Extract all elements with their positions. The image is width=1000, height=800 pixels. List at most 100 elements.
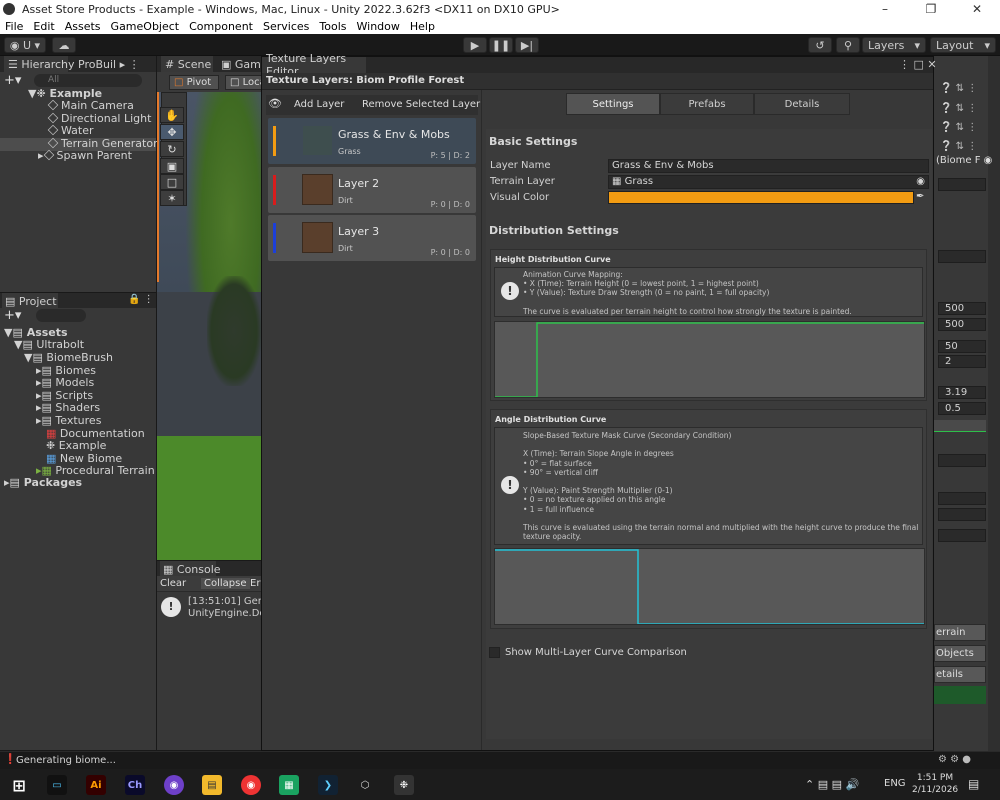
tab-details[interactable]: Details xyxy=(754,93,850,115)
close-icon[interactable]: ✕ xyxy=(954,2,1000,16)
app-icon[interactable]: ❯ xyxy=(318,775,338,795)
terminal-icon[interactable]: ▭ xyxy=(47,775,67,795)
lock-icon[interactable]: 🔒 ⋮ xyxy=(128,294,154,305)
scale-tool-icon[interactable]: ▣ xyxy=(160,158,184,174)
tray-icons[interactable]: ⌃ ▤ ▤ 🔊 xyxy=(805,778,859,791)
menu-file[interactable]: File xyxy=(0,20,28,33)
local-toggle[interactable]: □ Loca xyxy=(225,75,261,90)
account-button[interactable]: ◉ U ▾ xyxy=(4,37,46,53)
play-button[interactable]: ▶ xyxy=(463,37,487,53)
layout-dropdown[interactable]: Layout ▾ xyxy=(930,37,996,53)
create-button[interactable]: +▾ xyxy=(4,308,21,323)
angle-curve-field[interactable] xyxy=(494,548,925,625)
folder-ultrabolt[interactable]: ▼▤ Ultrabolt xyxy=(14,338,84,352)
tab-console[interactable]: ▦ Console xyxy=(160,561,221,577)
search-icon[interactable]: ⚲ xyxy=(836,37,860,53)
eyedropper-icon[interactable]: ✒ xyxy=(916,191,924,202)
step-button[interactable]: ▶| xyxy=(515,37,539,53)
unity-editor-icon[interactable]: ❉ xyxy=(394,775,414,795)
status-icons[interactable]: ⚙ ⚙ ● xyxy=(938,754,971,765)
help-icon[interactable]: ❔ ⇅ ⋮ xyxy=(940,83,977,94)
window-menu-icon[interactable]: ⋮ □ ✕ xyxy=(899,58,937,71)
menu-component[interactable]: Component xyxy=(184,20,258,33)
move-tool-icon[interactable]: ✥ xyxy=(160,124,184,140)
list-item[interactable]: ❉ Example xyxy=(46,439,106,453)
inspector-value[interactable]: 500 xyxy=(938,302,986,315)
inspector-value[interactable]: 0.5 xyxy=(938,402,986,415)
inspector-value[interactable]: 2 xyxy=(938,355,986,368)
restore-icon[interactable]: ❐ xyxy=(908,2,954,16)
layers-dropdown[interactable]: Layers ▾ xyxy=(862,37,926,53)
folder-packages[interactable]: ▸▤ Packages xyxy=(4,476,82,490)
tab-project[interactable]: ▤ Project xyxy=(2,293,58,309)
tab-settings[interactable]: Settings xyxy=(566,93,660,115)
eye-icon[interactable]: 👁 xyxy=(268,97,282,110)
tab-hierarchy[interactable]: ☰ Hierarchy xyxy=(4,56,75,72)
inspector-value[interactable]: 3.19 xyxy=(938,386,986,399)
folder-biomebrush[interactable]: ▼▤ BiomeBrush xyxy=(24,351,113,365)
compare-checkbox[interactable] xyxy=(489,647,500,658)
list-item[interactable]: ▸ Spawn Parent xyxy=(38,149,132,163)
menu-services[interactable]: Services xyxy=(258,20,314,33)
help-icon[interactable]: ❔ ⇅ ⋮ xyxy=(940,122,977,133)
inspector-value[interactable]: 500 xyxy=(938,318,986,331)
spawn-objects-button[interactable]: Objects xyxy=(934,645,986,662)
github-icon[interactable]: ◉ xyxy=(164,775,184,795)
file-explorer-icon[interactable]: ▤ xyxy=(202,775,222,795)
height-curve-field[interactable] xyxy=(494,321,925,398)
pivot-toggle[interactable]: □ Pivot xyxy=(169,75,219,90)
menu-gameobject[interactable]: GameObject xyxy=(106,20,185,33)
hand-tool-icon[interactable]: ✋ xyxy=(160,107,184,123)
transform-tool-icon[interactable]: ✶ xyxy=(160,190,184,206)
cloud-icon[interactable]: ☁ xyxy=(52,37,76,53)
menu-help[interactable]: Help xyxy=(405,20,440,33)
layer-name-input[interactable]: Grass & Env & Mobs xyxy=(608,159,929,173)
history-icon[interactable]: ↺ xyxy=(808,37,832,53)
add-layer-button[interactable]: Add Layer xyxy=(294,99,344,110)
tab-probuilder[interactable]: ProBuil ▸ ⋮ xyxy=(78,56,140,72)
illustrator-icon[interactable]: Ai xyxy=(86,775,106,795)
collapse-toggle[interactable]: Collapse xyxy=(201,578,250,589)
inspector-value[interactable]: 50 xyxy=(938,340,986,353)
pause-button[interactable]: ❚❚ xyxy=(489,37,513,53)
notification-icon[interactable]: ▤ xyxy=(968,777,979,791)
tab-texture-layers-editor[interactable]: Texture Layers Editor xyxy=(262,52,366,78)
menu-edit[interactable]: Edit xyxy=(28,20,59,33)
layer-card[interactable]: Layer 2 Dirt P: 0 | D: 0 xyxy=(268,167,476,213)
tab-scene[interactable]: # Scene xyxy=(161,56,213,72)
add-object-button[interactable]: +▾ xyxy=(4,73,21,88)
menu-window[interactable]: Window xyxy=(352,20,405,33)
object-picker-icon[interactable]: ◉ xyxy=(916,176,925,188)
chrome-icon[interactable]: ◉ xyxy=(241,775,261,795)
details-button[interactable]: etails xyxy=(934,666,986,683)
menu-assets[interactable]: Assets xyxy=(60,20,106,33)
visual-color-swatch[interactable] xyxy=(608,191,914,204)
help-icon[interactable]: ❔ ⇅ ⋮ xyxy=(940,103,977,114)
layer-card[interactable]: Grass & Env & Mobs Grass P: 5 | D: 2 xyxy=(268,118,476,164)
tab-game[interactable]: ▣ Game xyxy=(221,56,261,72)
help-icon[interactable]: ❔ ⇅ ⋮ xyxy=(940,141,977,152)
clock[interactable]: 1:51 PM 2/11/2026 xyxy=(912,772,958,796)
list-item[interactable]: Main Camera xyxy=(47,99,134,113)
rotate-tool-icon[interactable]: ↻ xyxy=(160,141,184,157)
list-item[interactable]: ▸▤ Models xyxy=(36,376,94,390)
language-indicator[interactable]: ENG xyxy=(884,778,906,789)
minimize-icon[interactable]: – xyxy=(862,2,908,16)
clear-button[interactable]: Clear xyxy=(160,578,186,589)
tab-prefabs[interactable]: Prefabs xyxy=(660,93,754,115)
remove-layer-button[interactable]: Remove Selected Layer xyxy=(362,99,480,110)
list-item[interactable]: ▸▤ Shaders xyxy=(36,401,100,415)
project-search-input[interactable] xyxy=(36,309,86,322)
biome-field[interactable]: (Biome F ◉ xyxy=(936,155,992,166)
layer-card[interactable]: Layer 3 Dirt P: 0 | D: 0 xyxy=(268,215,476,261)
character-animator-icon[interactable]: Ch xyxy=(125,775,145,795)
windows-start-icon[interactable]: ⊞ xyxy=(9,775,29,795)
sheets-icon[interactable]: ▦ xyxy=(279,775,299,795)
generate-terrain-button[interactable]: errain xyxy=(934,624,986,641)
search-input[interactable]: All xyxy=(34,74,142,87)
menu-tools[interactable]: Tools xyxy=(314,20,351,33)
terrain-layer-field[interactable]: ▦ Grass ◉ xyxy=(608,175,929,189)
list-item[interactable]: ▸▤ Textures xyxy=(36,414,101,428)
unity-hub-icon[interactable]: ⬡ xyxy=(355,775,375,795)
list-item[interactable]: Water xyxy=(47,124,94,138)
